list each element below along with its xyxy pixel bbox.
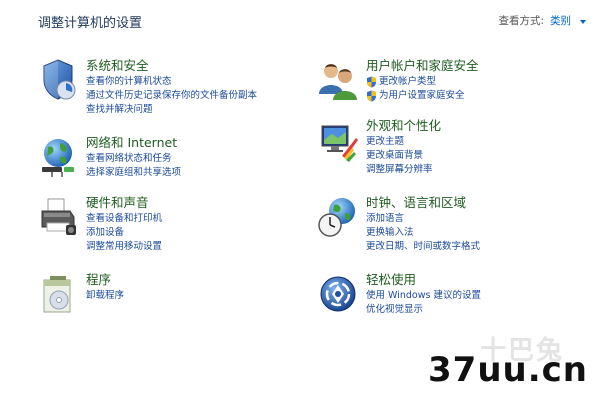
category-network-internet: 网络和 Internet 查看网络状态和任务 选择家庭组和共享选项 — [38, 135, 181, 180]
link-desktop-background[interactable]: 更改桌面背景 — [366, 149, 441, 163]
link-date-time-format[interactable]: 更改日期、时间或数字格式 — [366, 240, 480, 254]
link-label[interactable]: 为用户设置家庭安全 — [379, 89, 465, 103]
shield-icon[interactable] — [38, 58, 78, 102]
appearance-icon[interactable] — [318, 118, 358, 162]
category-title[interactable]: 网络和 Internet — [86, 135, 181, 151]
category-hardware-sound: 硬件和声音 查看设备和打印机 添加设备 调整常用移动设置 — [38, 195, 162, 254]
link-add-device[interactable]: 添加设备 — [86, 226, 162, 240]
link-change-input-method[interactable]: 更换输入法 — [366, 226, 480, 240]
link-screen-resolution[interactable]: 调整屏幕分辨率 — [366, 163, 441, 177]
category-clock-language-region: 时钟、语言和区域 添加语言 更换输入法 更改日期、时间或数字格式 — [318, 195, 480, 254]
view-by-dropdown[interactable]: 类别 — [550, 13, 571, 28]
category-appearance: 外观和个性化 更改主题 更改桌面背景 调整屏幕分辨率 — [318, 118, 441, 177]
uac-shield-icon — [367, 90, 376, 102]
category-title[interactable]: 硬件和声音 — [86, 195, 162, 211]
link-family-safety[interactable]: 为用户设置家庭安全 — [366, 89, 479, 103]
ease-of-access-icon[interactable] — [318, 272, 358, 316]
link-uninstall-program[interactable]: 卸载程序 — [86, 289, 124, 303]
link-label[interactable]: 更改帐户类型 — [379, 75, 436, 89]
category-ease-of-access: 轻松使用 使用 Windows 建议的设置 优化视觉显示 — [318, 272, 481, 317]
view-by: 查看方式: 类别 — [498, 13, 586, 28]
category-system-security: 系统和安全 查看你的计算机状态 通过文件历史记录保存你的文件备份副本 查找并解决… — [38, 58, 257, 117]
uac-shield-icon — [367, 76, 376, 88]
link-change-account-type[interactable]: 更改帐户类型 — [366, 75, 479, 89]
category-title[interactable]: 轻松使用 — [366, 272, 481, 288]
link-windows-recommended-settings[interactable]: 使用 Windows 建议的设置 — [366, 289, 481, 303]
page-title: 调整计算机的设置 — [38, 16, 143, 31]
users-icon[interactable] — [318, 58, 358, 102]
category-title[interactable]: 时钟、语言和区域 — [366, 195, 480, 211]
view-by-label: 查看方式: — [498, 15, 544, 27]
link-optimize-visual-display[interactable]: 优化视觉显示 — [366, 303, 481, 317]
link-view-computer-status[interactable]: 查看你的计算机状态 — [86, 75, 257, 89]
link-add-language[interactable]: 添加语言 — [366, 212, 480, 226]
category-title[interactable]: 用户帐户和家庭安全 — [366, 58, 479, 74]
category-title[interactable]: 外观和个性化 — [366, 118, 441, 134]
clock-globe-icon[interactable] — [318, 195, 358, 239]
link-mobility-settings[interactable]: 调整常用移动设置 — [86, 240, 162, 254]
link-homegroup-sharing[interactable]: 选择家庭组和共享选项 — [86, 166, 181, 180]
link-file-history-backup[interactable]: 通过文件历史记录保存你的文件备份副本 — [86, 89, 257, 103]
link-devices-printers[interactable]: 查看设备和打印机 — [86, 212, 162, 226]
chevron-down-icon[interactable] — [580, 19, 586, 24]
category-user-accounts: 用户帐户和家庭安全 更改帐户类型 为用户设置家庭安全 — [318, 58, 479, 103]
watermark-brand: 37uu.cn — [428, 350, 588, 390]
network-icon[interactable] — [38, 135, 78, 179]
category-programs: 程序 卸载程序 — [38, 272, 124, 316]
link-troubleshoot[interactable]: 查找并解决问题 — [86, 103, 257, 117]
programs-icon[interactable] — [38, 272, 78, 316]
view-by-value[interactable]: 类别 — [550, 15, 571, 27]
category-title[interactable]: 系统和安全 — [86, 58, 257, 74]
printer-icon[interactable] — [38, 195, 78, 239]
link-network-status[interactable]: 查看网络状态和任务 — [86, 152, 181, 166]
category-title[interactable]: 程序 — [86, 272, 124, 288]
link-change-theme[interactable]: 更改主题 — [366, 135, 441, 149]
